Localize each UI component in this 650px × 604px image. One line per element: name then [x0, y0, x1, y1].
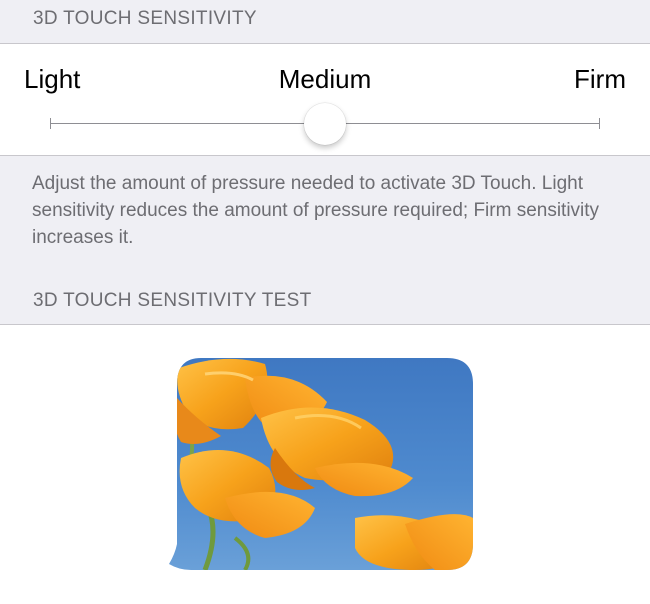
test-message-bubble[interactable] — [165, 358, 473, 570]
slider-thumb[interactable] — [304, 103, 346, 145]
sensitivity-slider-cell: Light Medium Firm — [0, 43, 650, 156]
slider-label-medium: Medium — [278, 64, 372, 94]
sensitivity-test-cell — [0, 324, 650, 604]
sensitivity-description: Adjust the amount of pressure needed to … — [32, 173, 600, 248]
section-header-sensitivity: 3D TOUCH SENSITIVITY — [33, 8, 257, 29]
poppy-photo — [169, 358, 473, 570]
section-header-sensitivity-test: 3D TOUCH SENSITIVITY TEST — [33, 290, 312, 311]
slider-label-firm: Firm — [574, 64, 626, 94]
slider-tick-firm — [599, 118, 600, 129]
slider-tick-light — [50, 118, 51, 129]
